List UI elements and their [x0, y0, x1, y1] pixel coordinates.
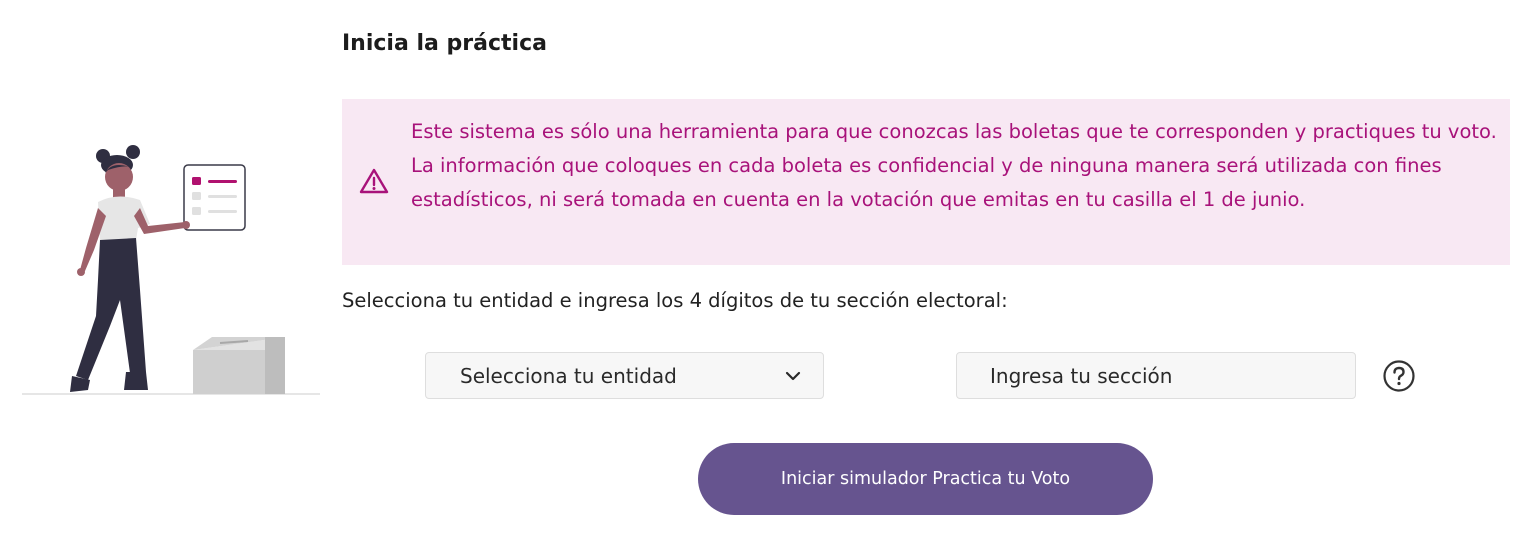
section-input[interactable]: [956, 352, 1356, 399]
entity-select-value: Selecciona tu entidad: [460, 364, 677, 388]
chevron-down-icon: [785, 371, 801, 381]
page-title: Inicia la práctica: [342, 31, 547, 56]
instructions-text: Selecciona tu entidad e ingresa los 4 dí…: [342, 289, 1008, 312]
alert-message: Este sistema es sólo una herramienta par…: [411, 120, 1497, 211]
confidentiality-alert: Este sistema es sólo una herramienta par…: [342, 99, 1510, 265]
warning-triangle-icon: [359, 168, 389, 194]
question-circle-icon[interactable]: [1382, 359, 1416, 393]
start-simulator-button[interactable]: Iniciar simulador Practica tu Voto: [698, 443, 1153, 515]
woman-voting-illustration: [22, 145, 320, 395]
practice-page: Inicia la práctica Este sistema es sólo …: [0, 0, 1536, 542]
entity-select[interactable]: Selecciona tu entidad: [425, 352, 824, 399]
